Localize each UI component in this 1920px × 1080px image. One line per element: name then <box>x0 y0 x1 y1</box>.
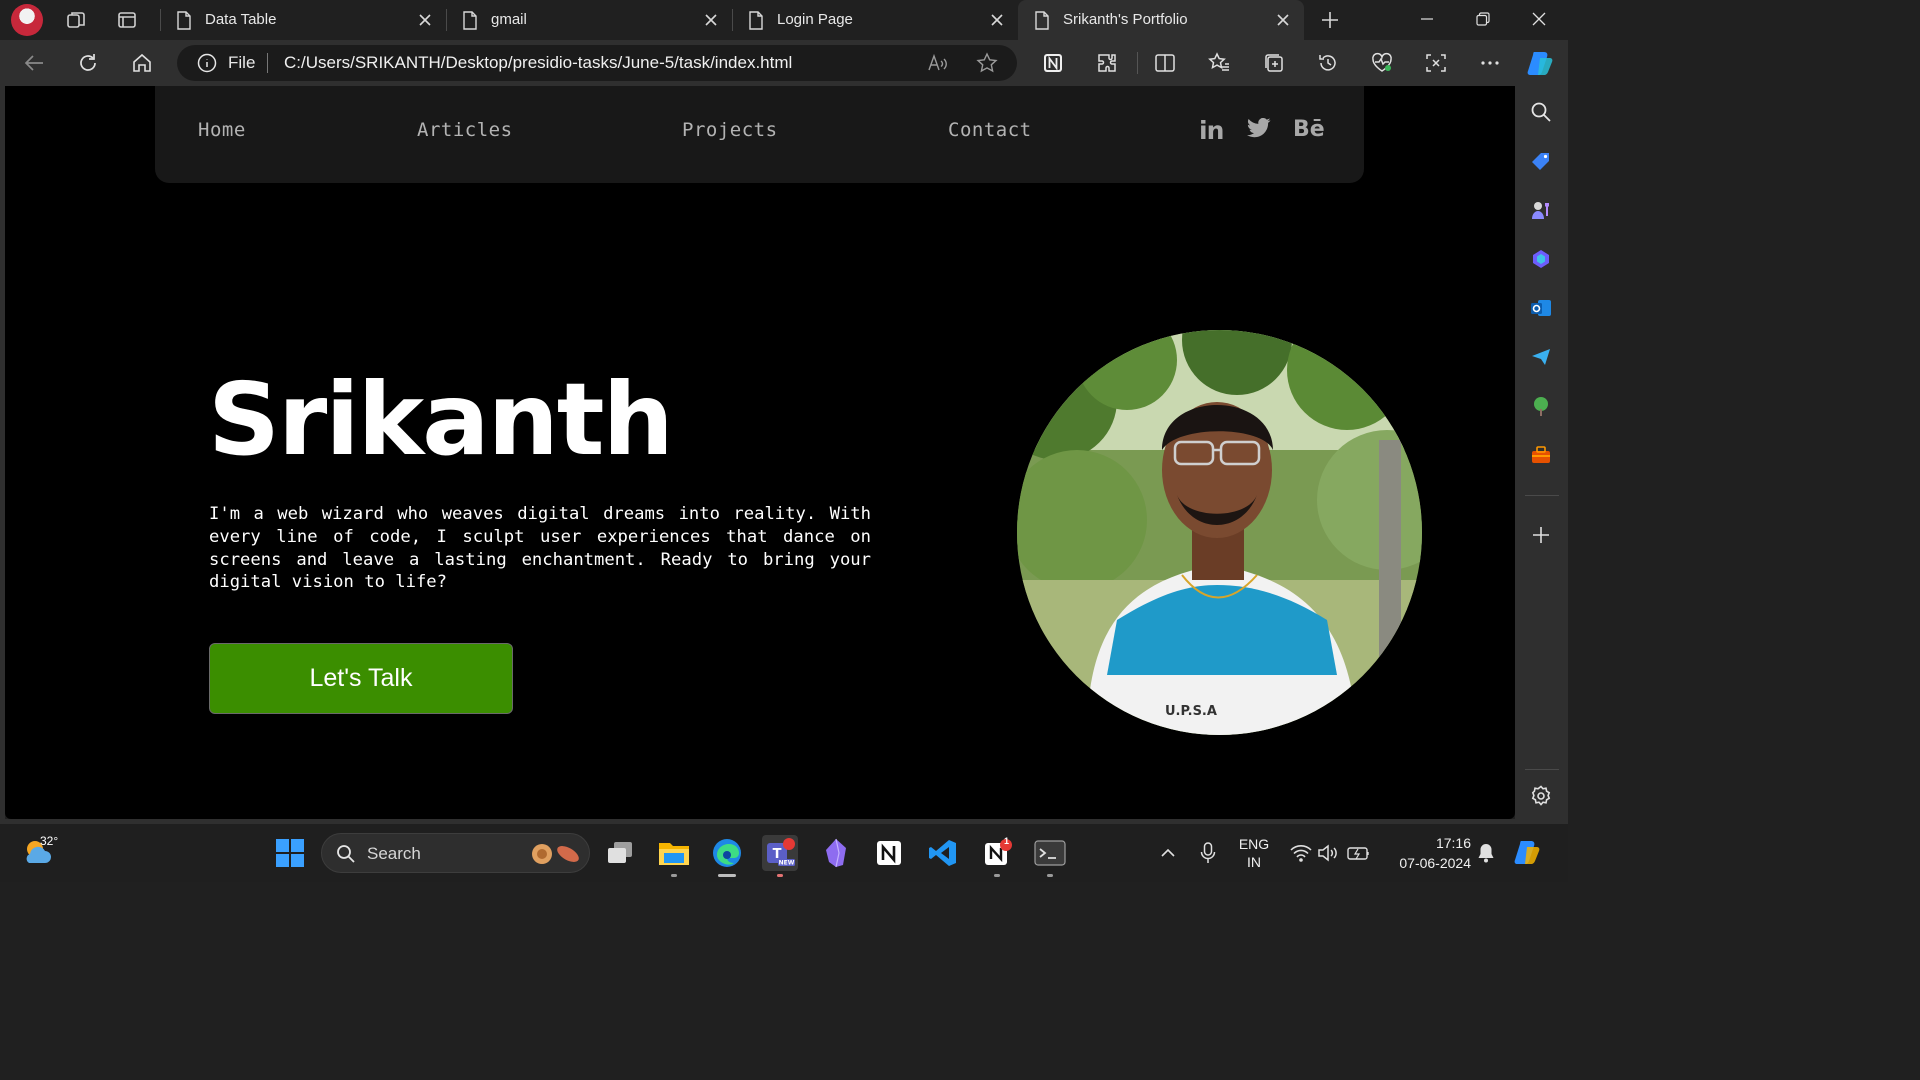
url-text[interactable]: C:/Users/SRIKANTH/Desktop/presidio-tasks… <box>284 53 792 73</box>
nav-projects-link[interactable]: Projects <box>682 119 778 141</box>
minimize-button[interactable] <box>1399 0 1455 38</box>
close-icon[interactable] <box>704 13 718 27</box>
favorite-star-icon[interactable] <box>976 52 998 74</box>
notion-icon[interactable] <box>871 835 907 871</box>
tab-title: gmail <box>491 11 527 28</box>
tab-title: Login Page <box>777 11 853 28</box>
windows-taskbar: 32° Search T NEW 1 ENG IN 17:16 07-06-20… <box>0 824 1568 882</box>
nav-contact-link[interactable]: Contact <box>948 119 1032 141</box>
new-tab-button[interactable] <box>1316 6 1344 34</box>
add-icon[interactable] <box>1528 522 1554 548</box>
read-aloud-icon[interactable] <box>927 52 949 74</box>
site-navbar: Home Articles Projects Contact in Bē <box>155 86 1364 183</box>
tools-icon[interactable] <box>1528 442 1554 468</box>
browser-toolbar: File C:/Users/SRIKANTH/Desktop/presidio-… <box>0 40 1568 86</box>
profile-photo: U.P.S.A <box>1017 330 1422 735</box>
close-window-button[interactable] <box>1511 0 1567 38</box>
tree-icon[interactable] <box>1528 393 1554 419</box>
tab-title: Srikanth's Portfolio <box>1063 11 1188 28</box>
shopping-tag-icon[interactable] <box>1528 148 1554 174</box>
settings-icon[interactable] <box>1528 783 1554 809</box>
search-icon[interactable] <box>1528 99 1554 125</box>
edge-sidebar <box>1515 86 1568 824</box>
refresh-button[interactable] <box>73 48 103 78</box>
hero-bio: I'm a web wizard who weaves digital drea… <box>209 504 871 593</box>
favorites-icon[interactable] <box>1204 48 1234 78</box>
microphone-icon[interactable] <box>1190 835 1226 871</box>
page-icon <box>749 11 763 30</box>
tab-actions-icon[interactable] <box>113 6 141 34</box>
search-label: Search <box>367 844 421 863</box>
workspaces-icon[interactable] <box>62 6 90 34</box>
start-icon[interactable] <box>272 835 308 871</box>
language-indicator[interactable]: ENG IN <box>1236 835 1272 871</box>
extensions-icon[interactable] <box>1092 48 1122 78</box>
profile-avatar[interactable] <box>11 4 43 36</box>
send-icon[interactable] <box>1528 344 1554 370</box>
hero-name: Srikanth <box>208 361 674 478</box>
screenshot-icon[interactable] <box>1421 48 1451 78</box>
task-view-icon[interactable] <box>602 835 638 871</box>
taskbar-search[interactable]: Search <box>321 833 590 873</box>
collections-icon[interactable] <box>1259 48 1289 78</box>
close-icon[interactable] <box>990 13 1004 27</box>
games-icon[interactable] <box>1528 197 1554 223</box>
search-icon <box>337 845 355 863</box>
home-button[interactable] <box>127 48 157 78</box>
page-icon <box>463 11 477 30</box>
behance-icon[interactable]: Bē <box>1293 117 1325 142</box>
obsidian-icon[interactable] <box>818 835 854 871</box>
tab-gmail[interactable]: gmail <box>446 0 732 40</box>
notion-mail-icon[interactable]: 1 <box>979 835 1015 877</box>
search-highlight-icon <box>532 844 579 864</box>
info-icon[interactable] <box>197 53 217 73</box>
teams-icon[interactable]: T NEW <box>762 835 798 877</box>
chevron-up-icon[interactable] <box>1150 835 1186 871</box>
svg-text:U.P.S.A: U.P.S.A <box>1165 704 1217 719</box>
copilot-taskbar-icon[interactable] <box>1510 835 1546 871</box>
page-icon <box>177 11 191 30</box>
edge-icon[interactable] <box>709 835 745 877</box>
notification-badge: 1 <box>1004 836 1010 846</box>
notification-bell-icon[interactable] <box>1468 835 1504 871</box>
svg-text:NEW: NEW <box>779 860 795 867</box>
tab-portfolio[interactable]: Srikanth's Portfolio <box>1018 0 1304 40</box>
tab-title: Data Table <box>205 11 277 28</box>
copilot-sidebar-icon[interactable] <box>1528 246 1554 272</box>
clock-time: 17:16 <box>1435 835 1471 851</box>
lets-talk-button[interactable]: Let's Talk <box>209 643 513 714</box>
nav-home-link[interactable]: Home <box>198 119 246 141</box>
restore-button[interactable] <box>1455 0 1511 38</box>
clock[interactable]: 17:16 07-06-2024 <box>1385 833 1471 873</box>
tab-data-table[interactable]: Data Table <box>160 0 446 40</box>
copilot-icon[interactable] <box>1524 46 1558 80</box>
terminal-icon[interactable] <box>1032 835 1068 877</box>
linkedin-icon[interactable]: in <box>1199 116 1224 145</box>
twitter-icon[interactable] <box>1247 118 1271 138</box>
weather-temperature: 32° <box>40 834 59 848</box>
outlook-icon[interactable] <box>1528 295 1554 321</box>
close-icon[interactable] <box>1276 13 1290 27</box>
file-explorer-icon[interactable] <box>656 835 692 877</box>
tab-login-page[interactable]: Login Page <box>732 0 1018 40</box>
close-icon[interactable] <box>418 13 432 27</box>
scheme-label: File <box>228 53 256 72</box>
address-bar[interactable]: File C:/Users/SRIKANTH/Desktop/presidio-… <box>177 45 1017 81</box>
nav-articles-link[interactable]: Articles <box>417 119 513 141</box>
battery-icon[interactable] <box>1341 835 1377 871</box>
more-menu-icon[interactable] <box>1475 48 1505 78</box>
page-icon <box>1035 11 1049 30</box>
tab-strip: Data Table gmail Login Page Srikanth's P… <box>0 0 1568 40</box>
browser-essentials-icon[interactable] <box>1367 48 1397 78</box>
back-button[interactable] <box>19 48 49 78</box>
portfolio-page: Home Articles Projects Contact in Bē Sri… <box>5 86 1515 819</box>
clock-date: 07-06-2024 <box>1399 855 1471 871</box>
notion-extension-icon[interactable] <box>1038 48 1068 78</box>
history-icon[interactable] <box>1313 48 1343 78</box>
vscode-icon[interactable] <box>925 835 961 871</box>
split-screen-icon[interactable] <box>1150 48 1180 78</box>
